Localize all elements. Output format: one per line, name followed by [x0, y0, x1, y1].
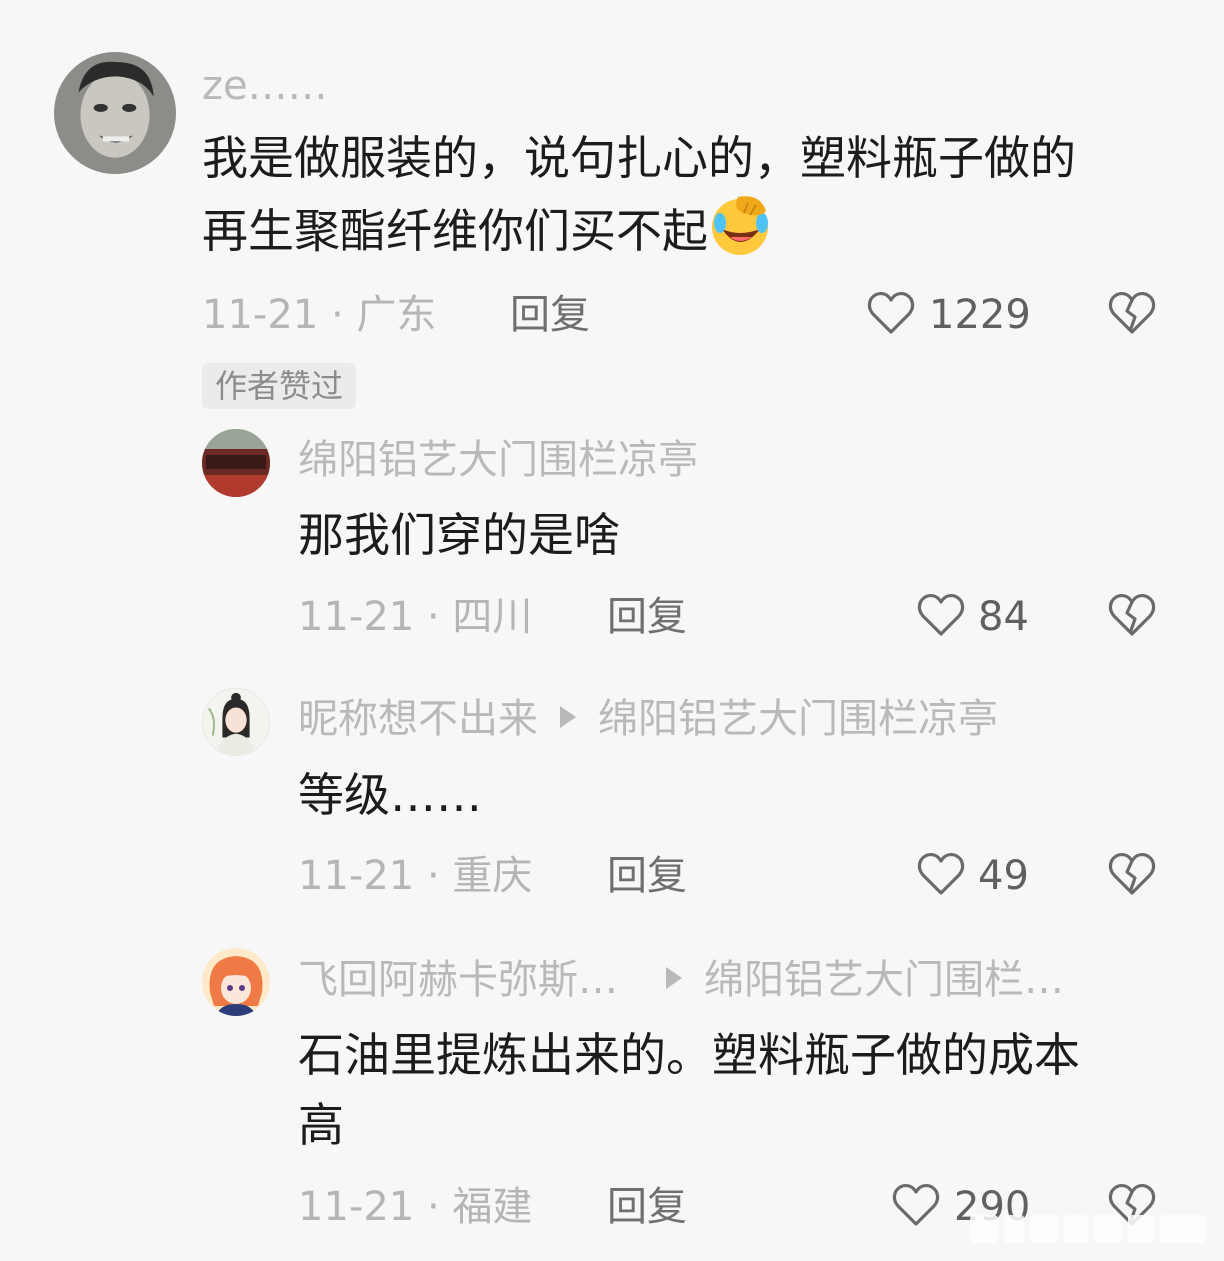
comment-username[interactable]: 绵阳铝艺大门围栏凉亭 — [298, 440, 698, 480]
like-count: 1229 — [929, 292, 1031, 338]
comment-text: 那我们穿的是啥 — [298, 508, 620, 562]
like-count: 84 — [978, 594, 1029, 640]
reply-button[interactable]: 回复 — [607, 597, 687, 637]
comment-text-line: 再生聚酯纤维你们买不起 — [202, 193, 1076, 266]
like-count: 49 — [978, 853, 1029, 899]
heart-outline-icon[interactable] — [865, 287, 917, 339]
broken-heart-icon[interactable] — [1106, 287, 1158, 339]
comment-text-line: 高 — [298, 1098, 344, 1152]
reply-button[interactable]: 回复 — [607, 1187, 687, 1227]
watermark — [970, 1215, 1206, 1243]
broken-heart-icon[interactable] — [1106, 848, 1158, 900]
avatar[interactable] — [202, 688, 270, 756]
comment-meta: 11-21 · 福建 — [298, 1184, 533, 1230]
reply-arrow-icon — [666, 967, 682, 989]
comment-text: 等级…… — [298, 768, 482, 822]
author-liked-badge: 作者赞过 — [202, 363, 357, 409]
comment-thread: ze…… 我是做服装的，说句扎心的，塑料瓶子做的 再生聚酯纤维你们买不起 11-… — [0, 0, 1224, 1261]
comment-text: 我是做服装的，说句扎心的，塑料瓶子做的 再生聚酯纤维你们买不起 — [202, 123, 1076, 266]
comment-text: 石油里提炼出来的。塑料瓶子做的成本 高 — [298, 1020, 1080, 1160]
comment-username[interactable]: 飞回阿赫卡弥斯… — [298, 957, 618, 1003]
comment-username-line: 飞回阿赫卡弥斯… 绵阳铝艺大门围栏… — [298, 960, 1064, 1000]
facepalm-laughing-emoji-icon — [712, 196, 768, 255]
comment-meta: 11-21 · 广东 — [202, 292, 437, 338]
avatar[interactable] — [202, 948, 270, 1016]
heart-outline-icon[interactable] — [915, 848, 967, 900]
comment-username[interactable]: 昵称想不出来 — [298, 696, 538, 742]
reply-button[interactable]: 回复 — [607, 856, 687, 896]
avatar[interactable] — [202, 429, 270, 497]
reply-button[interactable]: 回复 — [510, 295, 590, 335]
comment-username-line: 昵称想不出来 绵阳铝艺大门围栏凉亭 — [298, 699, 998, 739]
heart-outline-icon[interactable] — [890, 1179, 942, 1231]
comment-text-line: 石油里提炼出来的。塑料瓶子做的成本 — [298, 1028, 1080, 1082]
comment-text-line: 我是做服装的，说句扎心的，塑料瓶子做的 — [202, 131, 1076, 185]
avatar[interactable] — [54, 52, 176, 174]
comment-meta: 11-21 · 重庆 — [298, 853, 533, 899]
reply-to-username[interactable]: 绵阳铝艺大门围栏… — [704, 957, 1064, 1003]
comment-meta: 11-21 · 四川 — [298, 594, 533, 640]
heart-outline-icon[interactable] — [915, 589, 967, 641]
broken-heart-icon[interactable] — [1106, 589, 1158, 641]
reply-to-username[interactable]: 绵阳铝艺大门围栏凉亭 — [598, 696, 998, 742]
comment-username[interactable]: ze…… — [202, 66, 328, 106]
reply-arrow-icon — [560, 706, 576, 728]
